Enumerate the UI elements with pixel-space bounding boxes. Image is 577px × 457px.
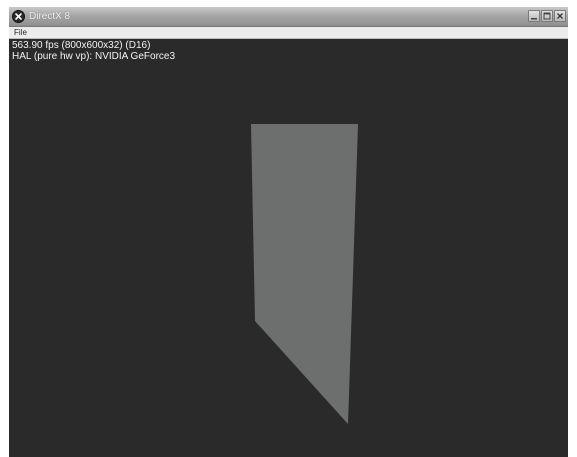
maximize-button[interactable] bbox=[541, 10, 553, 22]
close-icon bbox=[557, 13, 563, 19]
maximize-icon bbox=[543, 12, 551, 20]
menu-item-file[interactable]: File bbox=[14, 27, 27, 39]
window-title: DirectX 8 bbox=[29, 11, 71, 22]
rendered-scene bbox=[251, 124, 358, 424]
title-bar[interactable]: DirectX 8 bbox=[9, 7, 568, 27]
minimize-button[interactable] bbox=[528, 10, 540, 22]
device-info: HAL (pure hw vp): NVIDIA GeForce3 bbox=[12, 51, 176, 62]
app-logo-icon bbox=[15, 13, 22, 20]
menu-bar: File bbox=[9, 27, 568, 39]
app-window: DirectX 8 File 563.90 fps (800x600x32) (… bbox=[9, 7, 568, 457]
minimize-icon bbox=[531, 18, 537, 20]
close-button[interactable] bbox=[554, 10, 566, 22]
app-icon[interactable] bbox=[12, 10, 25, 23]
render-viewport[interactable]: 563.90 fps (800x600x32) (D16) HAL (pure … bbox=[9, 39, 568, 457]
rendered-quad bbox=[251, 124, 358, 424]
